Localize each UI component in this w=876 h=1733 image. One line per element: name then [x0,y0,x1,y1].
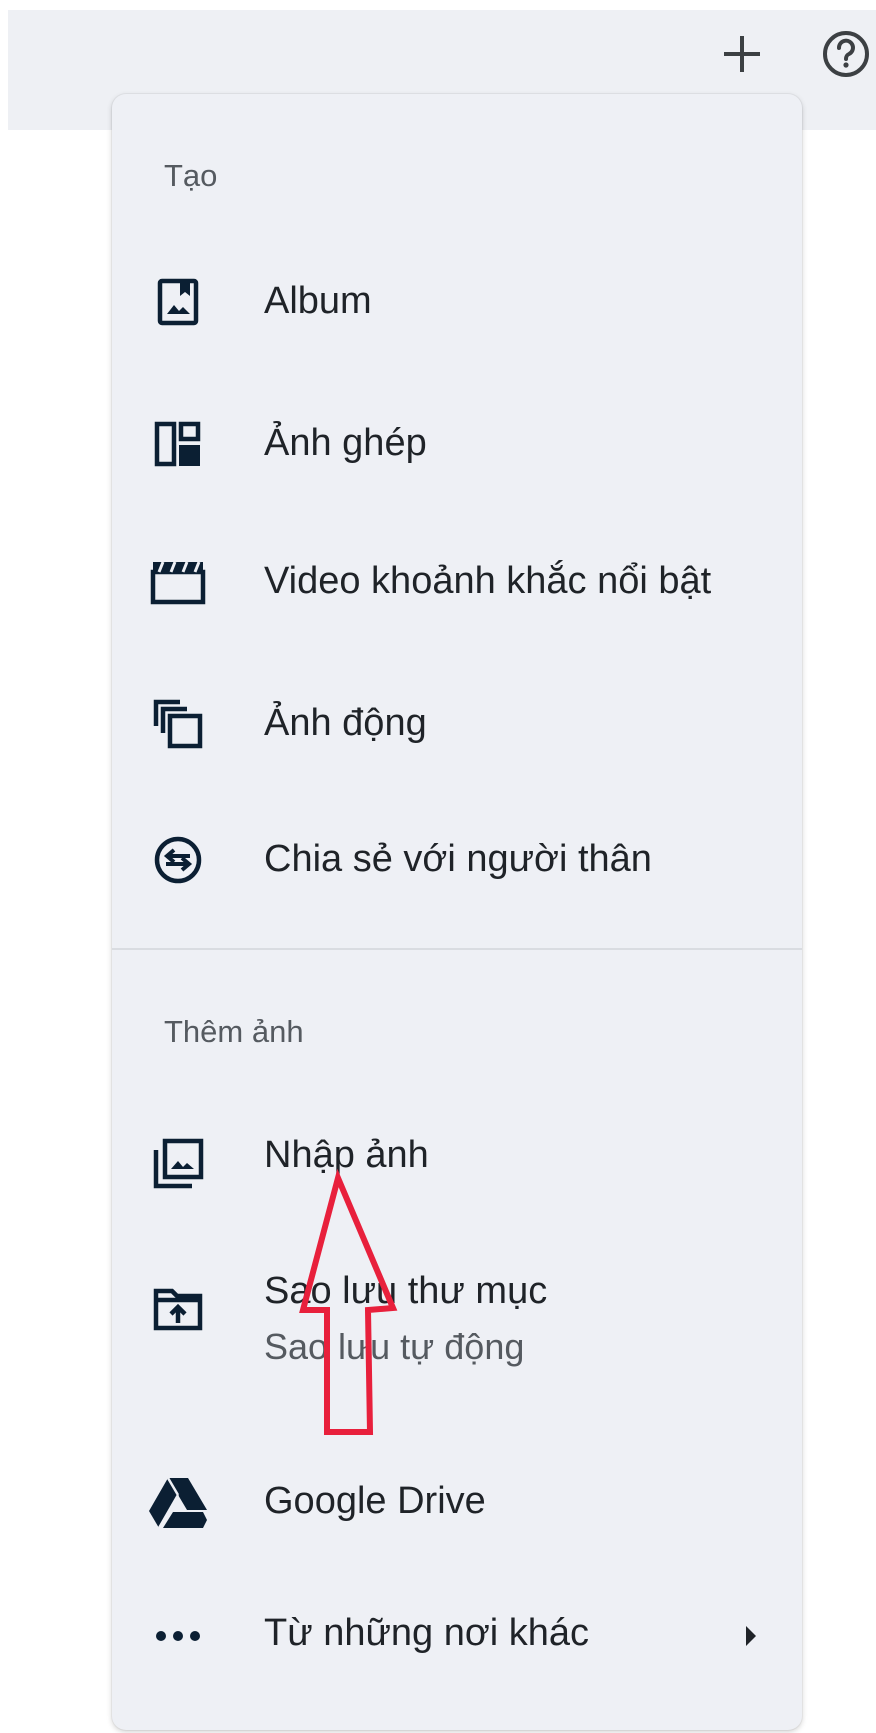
menu-item-label: Sao lưu thư mục [264,1270,548,1312]
partner-sharing-icon [146,828,210,892]
menu-item-google-drive[interactable]: Google Drive [112,1442,802,1562]
more-horiz-icon [146,1604,210,1668]
menu-item-other-sources[interactable]: Từ những nơi khác [112,1576,802,1696]
collage-icon [146,412,210,476]
help-icon[interactable] [814,22,876,86]
menu-item-highlight-video[interactable]: Video khoảnh khắc nổi bật [112,522,802,642]
section-divider [112,948,802,950]
menu-item-partner-sharing[interactable]: Chia sẻ với người thân [112,800,802,920]
section-label-add-photos: Thêm ảnh [164,1014,304,1049]
menu-item-collage[interactable]: Ảnh ghép [112,384,802,504]
menu-item-label: Ảnh ghép [264,422,427,464]
menu-item-backup-folder[interactable]: Sao lưu thư mục Sao lưu tự động [112,1234,802,1384]
backup-folder-icon [146,1277,210,1341]
menu-item-label: Ảnh động [264,702,427,744]
google-drive-icon [146,1470,210,1534]
menu-item-album[interactable]: Album [112,242,802,362]
animation-icon [146,692,210,756]
menu-item-import-photos[interactable]: Nhập ảnh [112,1104,802,1224]
import-photos-icon [146,1132,210,1196]
highlight-video-icon [146,550,210,614]
menu-item-label: Album [264,280,372,322]
create-menu: Tạo Album Ảnh ghép Video khoảnh khắc nổi… [112,94,802,1730]
menu-item-label: Từ những nơi khác [264,1612,590,1654]
menu-item-label: Google Drive [264,1480,486,1522]
menu-item-animation[interactable]: Ảnh động [112,664,802,784]
menu-item-label: Video khoảnh khắc nổi bật [264,560,712,602]
menu-item-label: Nhập ảnh [264,1134,429,1176]
section-label-create: Tạo [164,158,218,193]
album-icon [146,270,210,334]
menu-item-label: Chia sẻ với người thân [264,838,652,880]
add-icon[interactable] [710,22,774,86]
chevron-right-icon [744,1624,758,1653]
menu-item-sublabel: Sao lưu tự động [264,1326,525,1367]
